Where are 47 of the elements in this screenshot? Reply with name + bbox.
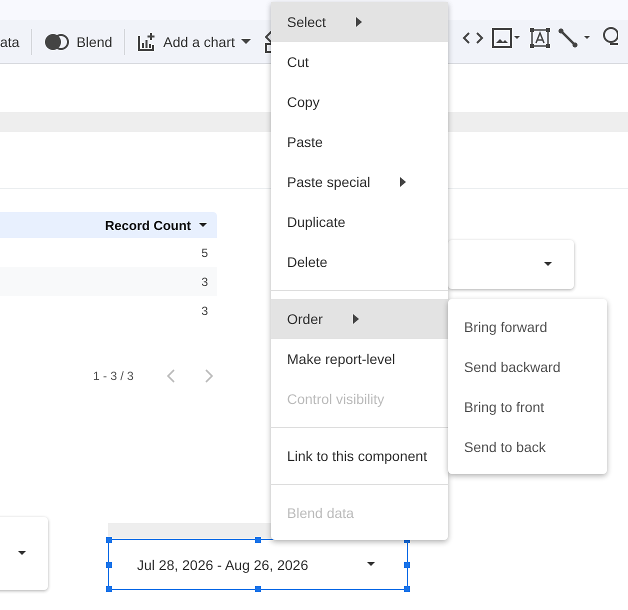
page-range: 1 - 3 / 3 xyxy=(93,369,134,383)
menu-item[interactable]: Order xyxy=(271,299,448,339)
overlapping-circles-icon xyxy=(44,32,70,50)
bar-chart-plus-icon xyxy=(137,32,158,52)
date-range-control[interactable]: Jul 28, 2026 - Aug 26, 2026 xyxy=(108,539,408,590)
menu-item[interactable]: Send to back xyxy=(448,427,607,467)
menu-item[interactable]: Send backward xyxy=(448,347,607,387)
menu-item[interactable]: Copy xyxy=(271,82,448,122)
chevron-right-icon[interactable] xyxy=(204,368,214,384)
menu-item[interactable]: Duplicate xyxy=(271,202,448,242)
toolbar-button[interactable]: ata xyxy=(0,26,28,58)
dropdown-control[interactable] xyxy=(0,517,48,590)
text-box-icon[interactable] xyxy=(530,28,550,48)
menu-item[interactable]: Paste xyxy=(271,122,448,162)
resize-handle[interactable] xyxy=(404,562,410,568)
menu-item[interactable]: Bring forward xyxy=(448,307,607,347)
caret-icon xyxy=(240,38,251,44)
sort-caret-icon xyxy=(199,222,207,228)
resize-handle[interactable] xyxy=(404,586,410,592)
image-icon[interactable] xyxy=(492,28,522,48)
resize-handle[interactable] xyxy=(106,562,112,568)
menu-item[interactable]: Link to this component xyxy=(271,436,448,476)
menu-item[interactable]: Make report-level xyxy=(271,339,448,379)
table-cell: 5 xyxy=(201,246,208,260)
caret-icon xyxy=(18,551,26,556)
menu-item[interactable]: Paste special xyxy=(271,162,448,202)
code-icon[interactable] xyxy=(462,31,484,45)
menu-item[interactable]: Cut xyxy=(271,42,448,82)
menu-item[interactable]: Select xyxy=(271,2,448,42)
resize-handle[interactable] xyxy=(106,586,112,592)
table-header[interactable]: Record Count xyxy=(0,212,217,238)
table-cell: 3 xyxy=(201,304,208,318)
menu-item[interactable]: Bring to front xyxy=(448,387,607,427)
menu-item[interactable]: Delete xyxy=(271,242,448,282)
resize-handle[interactable] xyxy=(255,537,261,543)
submenu-arrow-icon xyxy=(400,177,406,187)
dropdown-control[interactable] xyxy=(448,240,574,289)
table-cell: 3 xyxy=(201,274,208,288)
resize-handle[interactable] xyxy=(255,586,261,592)
caret-icon xyxy=(367,562,375,567)
chevron-left-icon[interactable] xyxy=(166,368,176,384)
submenu-arrow-icon xyxy=(352,314,359,324)
resize-handle[interactable] xyxy=(106,537,112,543)
caret-icon xyxy=(544,262,552,267)
blend-button[interactable]: Blend xyxy=(36,26,120,58)
submenu-arrow-icon xyxy=(356,17,362,27)
add-chart-button[interactable]: Add a chart xyxy=(129,26,259,58)
